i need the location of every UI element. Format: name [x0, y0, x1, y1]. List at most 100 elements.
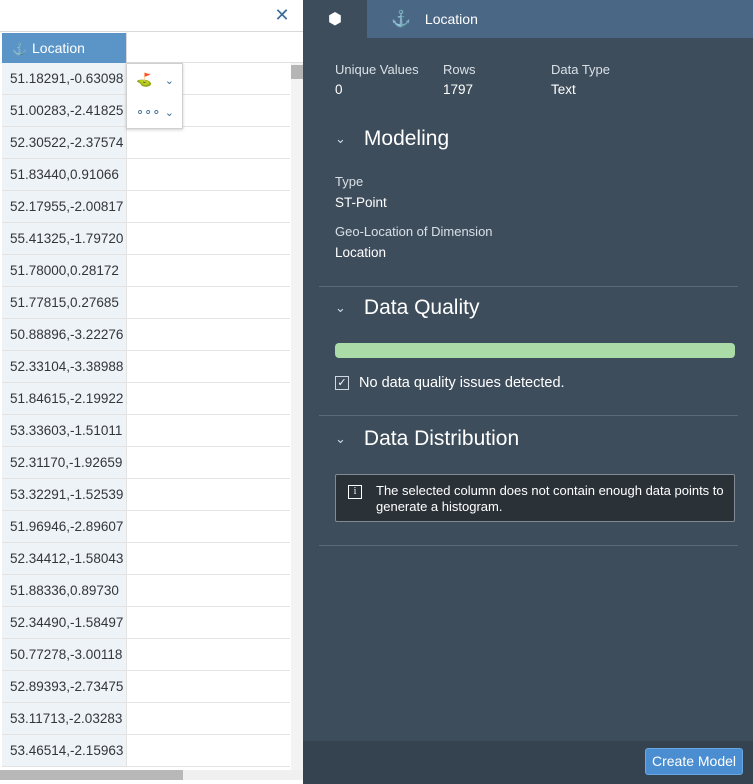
- stat-data-type: Data Type Text: [551, 62, 610, 97]
- table-row[interactable]: 52.34412,-1.58043: [2, 543, 290, 575]
- table-row[interactable]: 51.84615,-2.19922: [2, 383, 290, 415]
- section-divider: [319, 415, 738, 416]
- table-cell-location[interactable]: 51.83440,0.91066: [2, 159, 126, 190]
- chevron-down-icon: ⌄: [335, 300, 346, 315]
- field-value: Location: [335, 245, 387, 260]
- table-row[interactable]: 53.32291,-1.52539: [2, 479, 290, 511]
- table-cell-location[interactable]: 50.77278,-3.00118: [2, 639, 126, 670]
- stat-label: Unique Values: [335, 62, 419, 77]
- table-row[interactable]: 52.31170,-1.92659: [2, 447, 290, 479]
- table-cell-location[interactable]: 55.41325,-1.79720: [2, 223, 126, 254]
- section-title: Data Quality: [363, 296, 480, 319]
- vertical-scrollbar-thumb[interactable]: [291, 65, 303, 79]
- table-cell-location[interactable]: 52.89393,-2.73475: [2, 671, 126, 702]
- data-grid-panel: ✕ ⚓ Location 51.18291,-0.63098 51.00283,-2…: [0, 0, 303, 784]
- table-cell-location[interactable]: 52.17955,-2.00817: [2, 191, 126, 222]
- table-cell-empty: [126, 287, 290, 318]
- table-cell-location[interactable]: 53.33603,-1.51011: [2, 415, 126, 446]
- table-cell-location[interactable]: 52.33104,-3.38988: [2, 351, 126, 382]
- table-cell-location[interactable]: 51.88336,0.89730: [2, 575, 126, 606]
- section-modeling-header[interactable]: ⌄ Modeling: [335, 127, 449, 151]
- geo-location-icon: ⚓: [391, 11, 411, 28]
- cube-icon: ⬢: [328, 11, 342, 28]
- more-options-button[interactable]: ∘∘∘ ⌄: [127, 96, 182, 128]
- tab-location[interactable]: ⚓ Location: [367, 0, 478, 38]
- close-icon[interactable]: ✕: [271, 4, 293, 26]
- table-row[interactable]: 51.88336,0.89730: [2, 575, 290, 607]
- horizontal-scrollbar[interactable]: [0, 770, 303, 780]
- geo-enrich-button[interactable]: ⛳ ⌄: [127, 64, 182, 96]
- table-cell-empty: [126, 447, 290, 478]
- table-cell-location[interactable]: 52.34490,-1.58497: [2, 607, 126, 638]
- chevron-down-icon: ⌄: [164, 74, 174, 87]
- table-cell-empty: [126, 127, 290, 158]
- stat-value: 1797: [443, 82, 474, 97]
- table-row[interactable]: 52.89393,-2.73475: [2, 671, 290, 703]
- table-row[interactable]: 51.77815,0.27685: [2, 287, 290, 319]
- field-type: Type ST-Point: [335, 174, 387, 210]
- table-cell-empty: [126, 415, 290, 446]
- tab-location-label: Location: [424, 11, 478, 27]
- horizontal-scrollbar-thumb[interactable]: [0, 770, 183, 780]
- table-row[interactable]: 53.46514,-2.15963: [2, 735, 290, 767]
- stat-label: Rows: [443, 62, 476, 77]
- table-cell-empty: [126, 383, 290, 414]
- table-cell-location[interactable]: 51.77815,0.27685: [2, 287, 126, 318]
- table-cell-location[interactable]: 50.88896,-3.22276: [2, 319, 126, 350]
- column-header-location[interactable]: ⚓ Location: [2, 33, 126, 63]
- field-geo-location: Geo-Location of Dimension Location: [335, 224, 493, 260]
- section-title: Data Distribution: [363, 427, 520, 450]
- data-quality-bar: [335, 343, 735, 358]
- table-cell-location[interactable]: 51.00283,-2.41825: [2, 95, 126, 126]
- table-cell-location[interactable]: 51.18291,-0.63098: [2, 63, 126, 94]
- stat-rows: Rows 1797: [443, 62, 476, 97]
- table-cell-location[interactable]: 53.46514,-2.15963: [2, 735, 126, 766]
- stat-label: Data Type: [551, 62, 611, 77]
- table-row[interactable]: 50.88896,-3.22276: [2, 319, 290, 351]
- table-row[interactable]: 52.34490,-1.58497: [2, 607, 290, 639]
- table-cell-empty: [126, 319, 290, 350]
- column-action-popup: ⛳ ⌄ ∘∘∘ ⌄: [126, 63, 183, 129]
- table-row[interactable]: 51.96946,-2.89607: [2, 511, 290, 543]
- table-cell-empty: [126, 703, 290, 734]
- field-label: Geo-Location of Dimension: [335, 224, 493, 239]
- table-row[interactable]: 53.33603,-1.51011: [2, 415, 290, 447]
- table-row[interactable]: 51.83440,0.91066: [2, 159, 290, 191]
- section-data-distribution-header[interactable]: ⌄ Data Distribution: [335, 427, 519, 451]
- table-cell-location[interactable]: 52.34412,-1.58043: [2, 543, 126, 574]
- table-row[interactable]: 52.30522,-2.37574: [2, 127, 290, 159]
- table-row[interactable]: 53.11713,-2.03283: [2, 703, 290, 735]
- table-cell-location[interactable]: 51.96946,-2.89607: [2, 511, 126, 542]
- stat-value: Text: [551, 82, 576, 97]
- tab-model[interactable]: ⬢: [303, 0, 367, 38]
- stat-unique-values: Unique Values 0: [335, 62, 419, 97]
- table-cell-empty: [126, 639, 290, 670]
- table-cell-location[interactable]: 51.78000,0.28172: [2, 255, 126, 286]
- field-value: ST-Point: [335, 195, 387, 210]
- table-cell-empty: [126, 511, 290, 542]
- create-model-button[interactable]: Create Model: [645, 748, 743, 775]
- table-cell-location[interactable]: 52.31170,-1.92659: [2, 447, 126, 478]
- section-data-quality-header[interactable]: ⌄ Data Quality: [335, 296, 479, 320]
- table-row[interactable]: 52.33104,-3.38988: [2, 351, 290, 383]
- chevron-down-icon: ⌄: [335, 131, 346, 146]
- table-row[interactable]: 50.77278,-3.00118: [2, 639, 290, 671]
- chevron-down-icon: ⌄: [164, 106, 174, 119]
- table-cell-location[interactable]: 52.30522,-2.37574: [2, 127, 126, 158]
- table-cell-location[interactable]: 53.11713,-2.03283: [2, 703, 126, 734]
- table-row[interactable]: 51.78000,0.28172: [2, 255, 290, 287]
- section-title: Modeling: [363, 127, 450, 150]
- column-header-label: Location: [32, 40, 85, 56]
- table-cell-location[interactable]: 53.32291,-1.52539: [2, 479, 126, 510]
- table-cell-empty: [126, 671, 290, 702]
- table-row[interactable]: 52.17955,-2.00817: [2, 191, 290, 223]
- info-message-strip: i The selected column does not contain e…: [335, 474, 735, 522]
- table-cell-empty: [126, 543, 290, 574]
- table-cell-location[interactable]: 51.84615,-2.19922: [2, 383, 126, 414]
- column-stats: Unique Values 0 Rows 1797 Data Type Text: [335, 62, 735, 102]
- vertical-scrollbar[interactable]: [291, 63, 303, 773]
- table-cell-empty: [126, 255, 290, 286]
- panel-footer: Create Model: [303, 741, 753, 784]
- chevron-down-icon: ⌄: [335, 431, 346, 446]
- table-row[interactable]: 55.41325,-1.79720: [2, 223, 290, 255]
